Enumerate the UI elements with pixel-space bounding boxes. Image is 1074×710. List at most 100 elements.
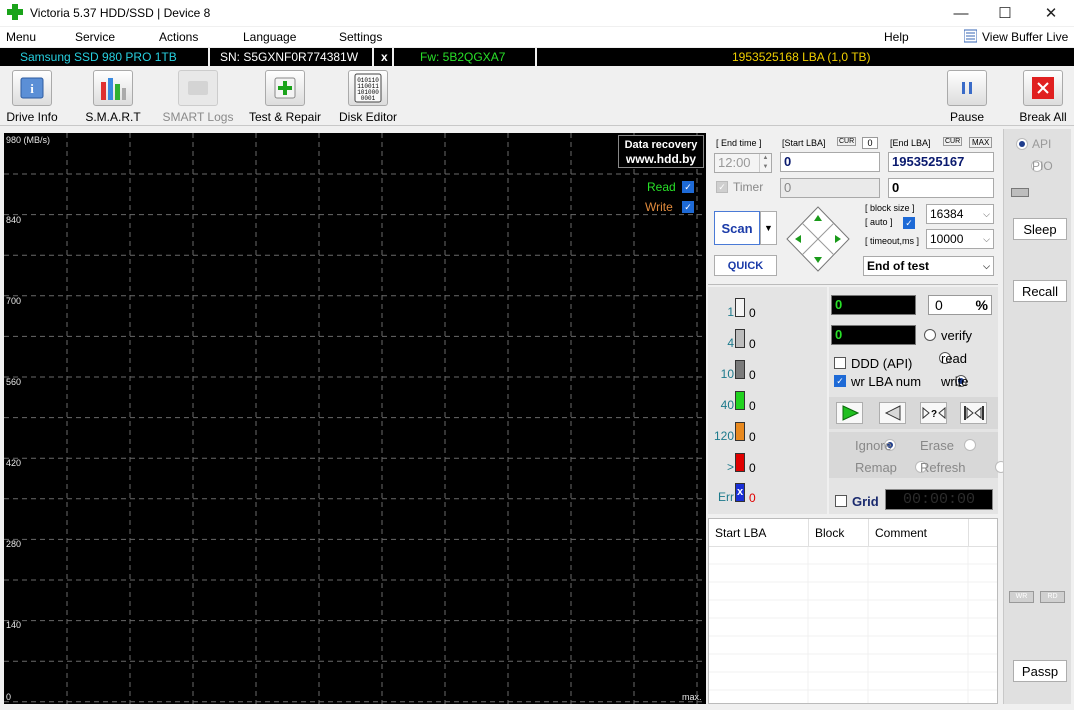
menu-language[interactable]: Language [243, 30, 296, 44]
test-repair-button[interactable]: Test & Repair [247, 70, 323, 125]
stat-count: 0 [749, 306, 756, 320]
timer-end-field[interactable]: 0 [888, 178, 994, 198]
stat-color-block [735, 391, 745, 410]
legend-read-checkbox[interactable]: ✓ [682, 181, 694, 193]
menu-settings[interactable]: Settings [339, 30, 382, 44]
title-bar: Victoria 5.37 HDD/SSD | Device 8 — ☐ ✕ [0, 0, 1074, 26]
test-repair-label: Test & Repair [248, 110, 322, 124]
end-lba-label: [End LBA] [890, 138, 931, 148]
col-comment[interactable]: Comment [875, 526, 927, 540]
minimize-button[interactable]: — [938, 0, 984, 26]
drive-info-icon: i [12, 70, 52, 106]
lcd-position: 0 [831, 295, 916, 315]
ddd-api-checkbox[interactable] [834, 357, 846, 369]
y-tick-label: 280 [6, 539, 22, 549]
col-start-lba[interactable]: Start LBA [715, 526, 766, 540]
sleep-button[interactable]: Sleep [1013, 218, 1067, 240]
drive-model: Samsung SSD 980 PRO 1TB [20, 50, 177, 64]
smart-logs-button[interactable]: SMART Logs [162, 70, 234, 125]
stat-count: 0 [749, 461, 756, 475]
wr-lba-num-checkbox[interactable]: ✓ [834, 375, 846, 387]
watermark[interactable]: Data recovery www.hdd.by [618, 135, 704, 168]
speed-graph: 980 (MB/s) 840 700 560 420 280 140 0 max… [4, 133, 706, 704]
end-cur-button[interactable]: CUR [943, 137, 963, 146]
pause-label: Pause [949, 110, 985, 124]
serial-copy-x[interactable]: x [381, 48, 388, 66]
smart-logs-label: SMART Logs [162, 110, 234, 124]
break-all-button[interactable]: Break All [1016, 70, 1070, 125]
api-radio[interactable] [1016, 138, 1028, 150]
right-panel: API PIO Sleep Recall WR RD Passp [1003, 129, 1071, 704]
status-indicator [1011, 188, 1029, 197]
legend-write-checkbox[interactable]: ✓ [682, 201, 694, 213]
percent-sign: % [975, 297, 988, 313]
buffer-list-icon [963, 29, 978, 43]
random-button[interactable]: ? [920, 402, 947, 424]
menu-help[interactable]: Help [884, 30, 909, 44]
passp-button[interactable]: Passp [1013, 660, 1067, 682]
svg-text:i: i [30, 81, 34, 96]
col-block[interactable]: Block [815, 526, 844, 540]
percent-value: 0 [935, 297, 943, 313]
end-time-spinner[interactable]: ▲ ▼ [759, 154, 771, 172]
close-button[interactable]: ✕ [1028, 0, 1074, 26]
grid-checkbox[interactable] [835, 495, 847, 507]
log-table-rows [709, 547, 997, 703]
erase-label: Erase [920, 438, 954, 453]
start-lba-field[interactable]: 0 [780, 152, 880, 172]
end-max-button[interactable]: MAX [969, 137, 993, 148]
recall-button[interactable]: Recall [1013, 280, 1067, 302]
stat-label: > [726, 460, 734, 474]
stat-label: 40 [720, 398, 734, 412]
pause-button[interactable]: Pause [946, 70, 988, 125]
drive-info-button[interactable]: i Drive Info [4, 70, 60, 125]
test-repair-icon [265, 70, 305, 106]
scan-dropdown-button[interactable]: ▼ [760, 211, 777, 245]
end-lba-field[interactable]: 1953525167 [888, 152, 994, 172]
block-size-value: 16384 [930, 207, 964, 221]
start-cur-button[interactable]: CUR [837, 137, 857, 146]
end-of-test-select[interactable]: End of test ⌵ [863, 256, 994, 276]
drive-serial: SN: S5GXNF0R774381W [220, 50, 359, 64]
smart-button[interactable]: S.M.A.R.T [84, 70, 142, 125]
auto-checkbox[interactable]: ✓ [903, 217, 915, 229]
grid-label: Grid [852, 494, 879, 509]
disk-editor-button[interactable]: 010110 110011 101000 0001 Disk Editor [338, 70, 398, 125]
maximize-button[interactable]: ☐ [982, 0, 1028, 26]
y-tick-label: 420 [6, 458, 22, 468]
view-buffer-live[interactable]: View Buffer Live [982, 30, 1068, 44]
smart-label: S.M.A.R.T [85, 110, 141, 124]
watermark-line2: www.hdd.by [625, 152, 697, 166]
stat-color-block [735, 329, 745, 348]
block-size-select[interactable]: 16384 ⌵ [926, 204, 994, 224]
stat-label: Err [718, 490, 734, 504]
quick-button[interactable]: QUICK [714, 255, 777, 276]
rewind-button[interactable] [879, 402, 906, 424]
drive-firmware: Fw: 5B2QGXA7 [420, 50, 506, 64]
drive-capacity: 1953525168 LBA (1,0 TB) [732, 50, 871, 64]
stat-color-block [735, 360, 745, 379]
disk-editor-icon: 010110 110011 101000 0001 [348, 70, 388, 106]
menu-actions[interactable]: Actions [159, 30, 198, 44]
auto-label: [ auto ] [865, 217, 893, 227]
direction-pad[interactable] [785, 205, 851, 273]
timeout-value: 10000 [930, 232, 964, 246]
butterfly-button[interactable] [960, 402, 987, 424]
ignore-label: Ignore [855, 438, 892, 453]
menu-menu[interactable]: Menu [6, 30, 36, 44]
y-tick-label: 140 [6, 620, 22, 630]
play-button[interactable] [836, 402, 863, 424]
timeout-select[interactable]: 10000 ⌵ [926, 229, 994, 249]
menu-service[interactable]: Service [75, 30, 115, 44]
stat-count: 0 [749, 430, 756, 444]
write-label: write [941, 374, 969, 389]
lcd-speed: 0 [831, 325, 916, 345]
end-of-test-value: End of test [867, 259, 929, 273]
timer-field[interactable]: 0 [780, 178, 880, 198]
ddd-api-label: DDD (API) [851, 356, 913, 371]
toolbar: i Drive Info S.M.A.R.T SMART Logs Test &… [0, 68, 1074, 126]
verify-radio[interactable] [924, 329, 936, 341]
log-table[interactable]: Start LBA Block Comment [708, 518, 998, 704]
timer-checkbox[interactable]: ✓ [716, 181, 728, 193]
scan-button[interactable]: Scan [714, 211, 760, 245]
